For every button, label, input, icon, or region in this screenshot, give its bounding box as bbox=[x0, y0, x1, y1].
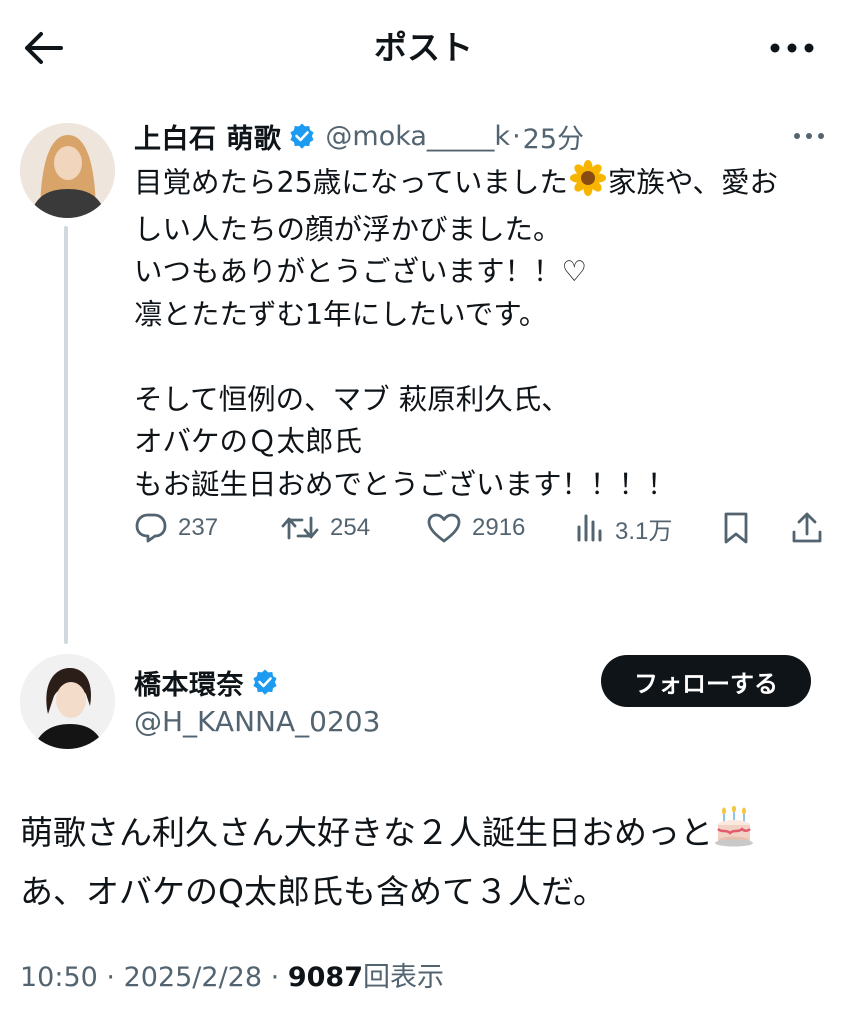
post-line: オバケのＱ太郎氏 bbox=[134, 425, 363, 458]
reply-line: あ、オバケのQ太郎氏も含めて３人だ。 bbox=[20, 872, 606, 911]
share-button[interactable] bbox=[790, 507, 824, 549]
separator-dot: · bbox=[106, 962, 115, 993]
repost-icon bbox=[281, 516, 319, 540]
bookmark-button[interactable] bbox=[721, 507, 751, 549]
meta-view-count: 9087 bbox=[287, 962, 363, 993]
post-more-button[interactable] bbox=[786, 124, 832, 148]
meta-time[interactable]: 10:50 bbox=[20, 962, 98, 993]
meta-views-label: 回表示 bbox=[362, 962, 444, 993]
like-button[interactable]: 2916 bbox=[426, 507, 525, 549]
post-line: 凛とたたずむ1年にしたいです。 bbox=[134, 297, 548, 331]
post-meta: 10:50 · 2025/2/28 · 9087回表示 bbox=[20, 958, 444, 998]
bookmark-icon bbox=[724, 512, 748, 544]
repost-button[interactable]: 254 bbox=[280, 507, 370, 549]
post-action-bar: 237 254 2916 3.1万 bbox=[134, 507, 834, 549]
avatar-photo-icon bbox=[20, 123, 115, 218]
post-line: 目覚めたら25歳になっていました bbox=[134, 166, 568, 199]
post-line: そして恒例の、マブ 萩原利久氏、 bbox=[134, 382, 570, 416]
separator-dot: · bbox=[512, 120, 521, 152]
post-line: もお誕生日おめでとうございます！！！！ bbox=[134, 467, 676, 501]
follow-button[interactable]: フォローする bbox=[601, 655, 811, 707]
sunflower-icon bbox=[568, 160, 608, 209]
header-more-button[interactable] bbox=[767, 30, 817, 66]
reply-author-line: 橋本環奈 bbox=[134, 662, 288, 702]
post-time[interactable]: 25分 bbox=[523, 117, 584, 156]
reply-icon bbox=[135, 513, 167, 543]
author-handle[interactable]: @moka_____k bbox=[325, 121, 510, 152]
view-count: 3.1万 bbox=[615, 517, 673, 545]
post-line: しい人たちの顔が浮かびました。 bbox=[134, 212, 562, 246]
author-name[interactable]: 上白石 萌歌 bbox=[134, 117, 281, 156]
reply-button[interactable]: 237 bbox=[134, 507, 218, 549]
post-text: 目覚めたら25歳になっていました 家族や、愛お しい人たちの顔が浮かびました。 い… bbox=[134, 160, 834, 506]
like-count: 2916 bbox=[472, 514, 526, 541]
heart-icon bbox=[427, 513, 461, 543]
analytics-icon bbox=[577, 514, 602, 542]
repost-count: 254 bbox=[330, 514, 371, 541]
share-icon bbox=[792, 512, 822, 543]
author-handle[interactable]: @H_KANNA_0203 bbox=[134, 702, 380, 742]
avatar-photo-icon bbox=[20, 654, 115, 749]
page-title: ポスト bbox=[374, 28, 473, 67]
thread-line bbox=[64, 226, 68, 644]
views-button[interactable]: 3.1万 bbox=[575, 507, 672, 549]
separator-dot: · bbox=[270, 962, 280, 993]
birthday-cake-icon bbox=[713, 805, 755, 864]
post-line: いつもありがとうございます！！♡ bbox=[134, 255, 588, 288]
more-horizontal-icon bbox=[770, 43, 814, 53]
more-horizontal-icon bbox=[794, 133, 824, 139]
reply-line: 萌歌さん利久さん大好きな２人誕生日おめっと bbox=[20, 813, 713, 852]
post-line: 家族や、愛お bbox=[607, 166, 778, 199]
post-author-line: 上白石 萌歌 @moka_____k · 25分 bbox=[134, 116, 584, 156]
author-name[interactable]: 橋本環奈 bbox=[134, 663, 244, 702]
meta-date[interactable]: 2025/2/28 bbox=[124, 962, 262, 993]
reply-count: 237 bbox=[178, 514, 219, 541]
avatar[interactable] bbox=[20, 123, 115, 218]
reply-text: 萌歌さん利久さん大好きな２人誕生日おめっと あ、オバケのQ太郎氏も含めて３人だ。 bbox=[20, 805, 830, 919]
avatar[interactable] bbox=[20, 654, 115, 749]
verified-badge-icon bbox=[289, 123, 315, 149]
verified-badge-icon bbox=[252, 669, 278, 695]
